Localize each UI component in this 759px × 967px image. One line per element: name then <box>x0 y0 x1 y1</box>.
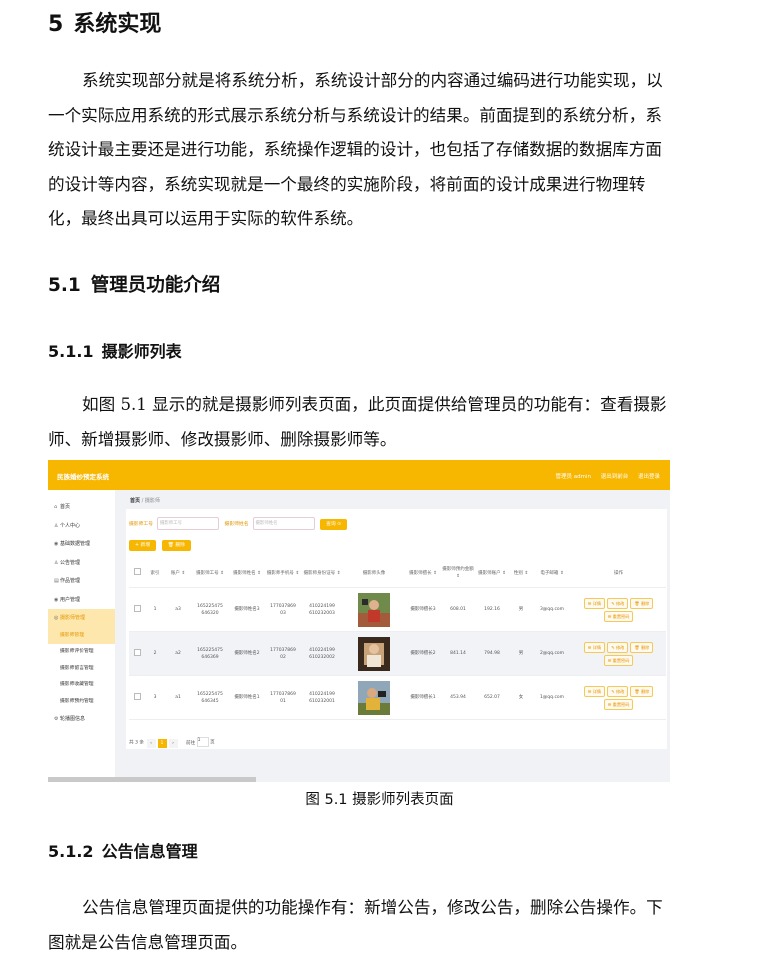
search-button[interactable]: 查询 ⊙ <box>320 519 348 530</box>
add-button[interactable]: + 新增 <box>129 540 157 551</box>
breadcrumb: 首页 / 摄影师 <box>130 498 160 504</box>
photographer-avatar <box>358 680 390 715</box>
edit-button[interactable]: ✎ 修改 <box>607 685 629 697</box>
prev-page-button[interactable]: ‹ <box>146 738 156 748</box>
search-bar: 摄影师工号 摄影师工号 摄影师姓名 摄影师姓名 查询 ⊙ <box>129 517 348 530</box>
sidebar-item-photographer[interactable]: ◎ 摄影师管理 <box>48 609 115 628</box>
sidebar-item-carousel[interactable]: ⚙ 轮播图信息 <box>48 710 115 729</box>
table-row: 2 a2 165225475 646369 摄影师姓名2 177037869 0… <box>129 631 666 676</box>
detail-button[interactable]: ☰ 详情 <box>583 641 606 653</box>
sidebar: ⌂ 首页 ♙ 个人中心 ◉ 基础数据管理 ♙ 公告管理 ▤作品管理 ◉ 用户管理 ◎ 摄影师… <box>48 490 115 782</box>
sidebar-item-profile[interactable]: ♙ 个人中心 <box>48 517 115 536</box>
sidebar-item-users[interactable]: ◉ 用户管理 <box>48 591 115 610</box>
row-delete-button[interactable]: 🗑 删除 <box>630 685 654 697</box>
reset-password-button[interactable]: ☰ 重置密码 <box>603 654 634 666</box>
intro-paragraph: 系统实现部分就是将系统分析，系统设计部分的内容通过编码进行功能实现，以一个实际应… <box>48 71 663 229</box>
top-bar: 民族婚纱预定系统 管理员 admin 退出到前台 退出登录 <box>48 460 670 490</box>
reset-password-button[interactable]: ☰ 重置密码 <box>603 698 634 710</box>
photographer-paragraph: 如图 5.1 显示的就是摄影师列表页面，此页面提供给管理员的功能有：查看摄影师、… <box>48 395 667 449</box>
notice-paragraph: 公告信息管理页面提供的功能操作有：新增公告，修改公告，删除公告操作。下图就是公告… <box>48 898 663 952</box>
delete-button[interactable]: 🗑 删除 <box>161 540 191 551</box>
table-row: 1 a3 165225475 646320 摄影师姓名3 177037869 0… <box>129 587 666 632</box>
photographer-avatar <box>358 592 390 627</box>
select-all-checkbox[interactable] <box>133 568 141 575</box>
search-input-number[interactable]: 摄影师工号 <box>157 517 219 530</box>
sidebar-item-basedata[interactable]: ◉ 基础数据管理 <box>48 535 115 554</box>
main-area: 首页 / 摄影师 摄影师工号 摄影师工号 摄影师姓名 摄影师姓名 查询 ⊙ + 新增… <box>120 490 667 782</box>
edit-button[interactable]: ✎ 修改 <box>607 641 629 653</box>
sidebar-item-works[interactable]: ▤作品管理 <box>48 572 115 591</box>
detail-button[interactable]: ☰ 详情 <box>583 685 606 697</box>
row-delete-button[interactable]: 🗑 删除 <box>630 597 654 609</box>
detail-button[interactable]: ☰ 详情 <box>583 597 606 609</box>
section-title: 5.1 管理员功能介绍 <box>48 275 221 296</box>
figure-screenshot: 民族婚纱预定系统 管理员 admin 退出到前台 退出登录 ⌂ 首页 ♙ 个人中心 … <box>48 460 670 782</box>
submenu-reviews[interactable]: 摄影师评价管理 <box>48 644 115 661</box>
row-delete-button[interactable]: 🗑 删除 <box>630 641 654 653</box>
admin-link[interactable]: 管理员 admin <box>555 474 590 480</box>
sidebar-item-notice[interactable]: ♙ 公告管理 <box>48 554 115 573</box>
search-input-name[interactable]: 摄影师姓名 <box>252 517 315 530</box>
edit-button[interactable]: ✎ 修改 <box>607 597 629 609</box>
row-checkbox[interactable] <box>133 604 141 612</box>
reset-password-button[interactable]: ☰ 重置密码 <box>603 610 634 622</box>
next-page-button[interactable]: › <box>168 738 178 748</box>
photographer-avatar <box>358 636 390 671</box>
pagination: 共 3 条 ‹ 1 › 前往 1 页 <box>129 737 215 748</box>
row-checkbox[interactable] <box>133 648 141 656</box>
subsection-title-photographer: 5.1.1 摄影师列表 <box>48 342 182 361</box>
sidebar-item-home[interactable]: ⌂ 首页 <box>48 498 115 517</box>
figure-caption: 图 5.1 摄影师列表页面 <box>305 792 454 808</box>
subsection-title-notice: 5.1.2 公告信息管理 <box>48 842 198 861</box>
front-link[interactable]: 退出到前台 <box>601 474 629 480</box>
submenu-favorites[interactable]: 摄影师收藏管理 <box>48 677 115 694</box>
photographer-table: 索引 账户 ⇕ 摄影师工号 ⇕ 摄影师姓名 ⇕ 摄影师手机号 ⇕ 摄影师身份证号… <box>129 559 666 720</box>
submenu-messages[interactable]: 摄影师留言管理 <box>48 661 115 678</box>
logout-link[interactable]: 退出登录 <box>638 474 660 480</box>
goto-page-input[interactable]: 1 <box>196 737 209 747</box>
submenu-photographer[interactable]: 摄影师管理 <box>48 627 115 644</box>
chapter-title: 5 系统实现 <box>48 12 162 37</box>
page-1-button[interactable]: 1 <box>157 738 167 748</box>
content-panel: 摄影师工号 摄影师工号 摄影师姓名 摄影师姓名 查询 ⊙ + 新增 🗑 删除 索引 … <box>126 509 667 749</box>
table-row: 3 a1 165225475 646345 摄影师姓名1 177037869 0… <box>129 675 666 720</box>
submenu-bookings[interactable]: 摄影师预约管理 <box>48 694 115 711</box>
app-brand: 民族婚纱预定系统 <box>57 473 109 481</box>
row-checkbox[interactable] <box>133 692 141 700</box>
